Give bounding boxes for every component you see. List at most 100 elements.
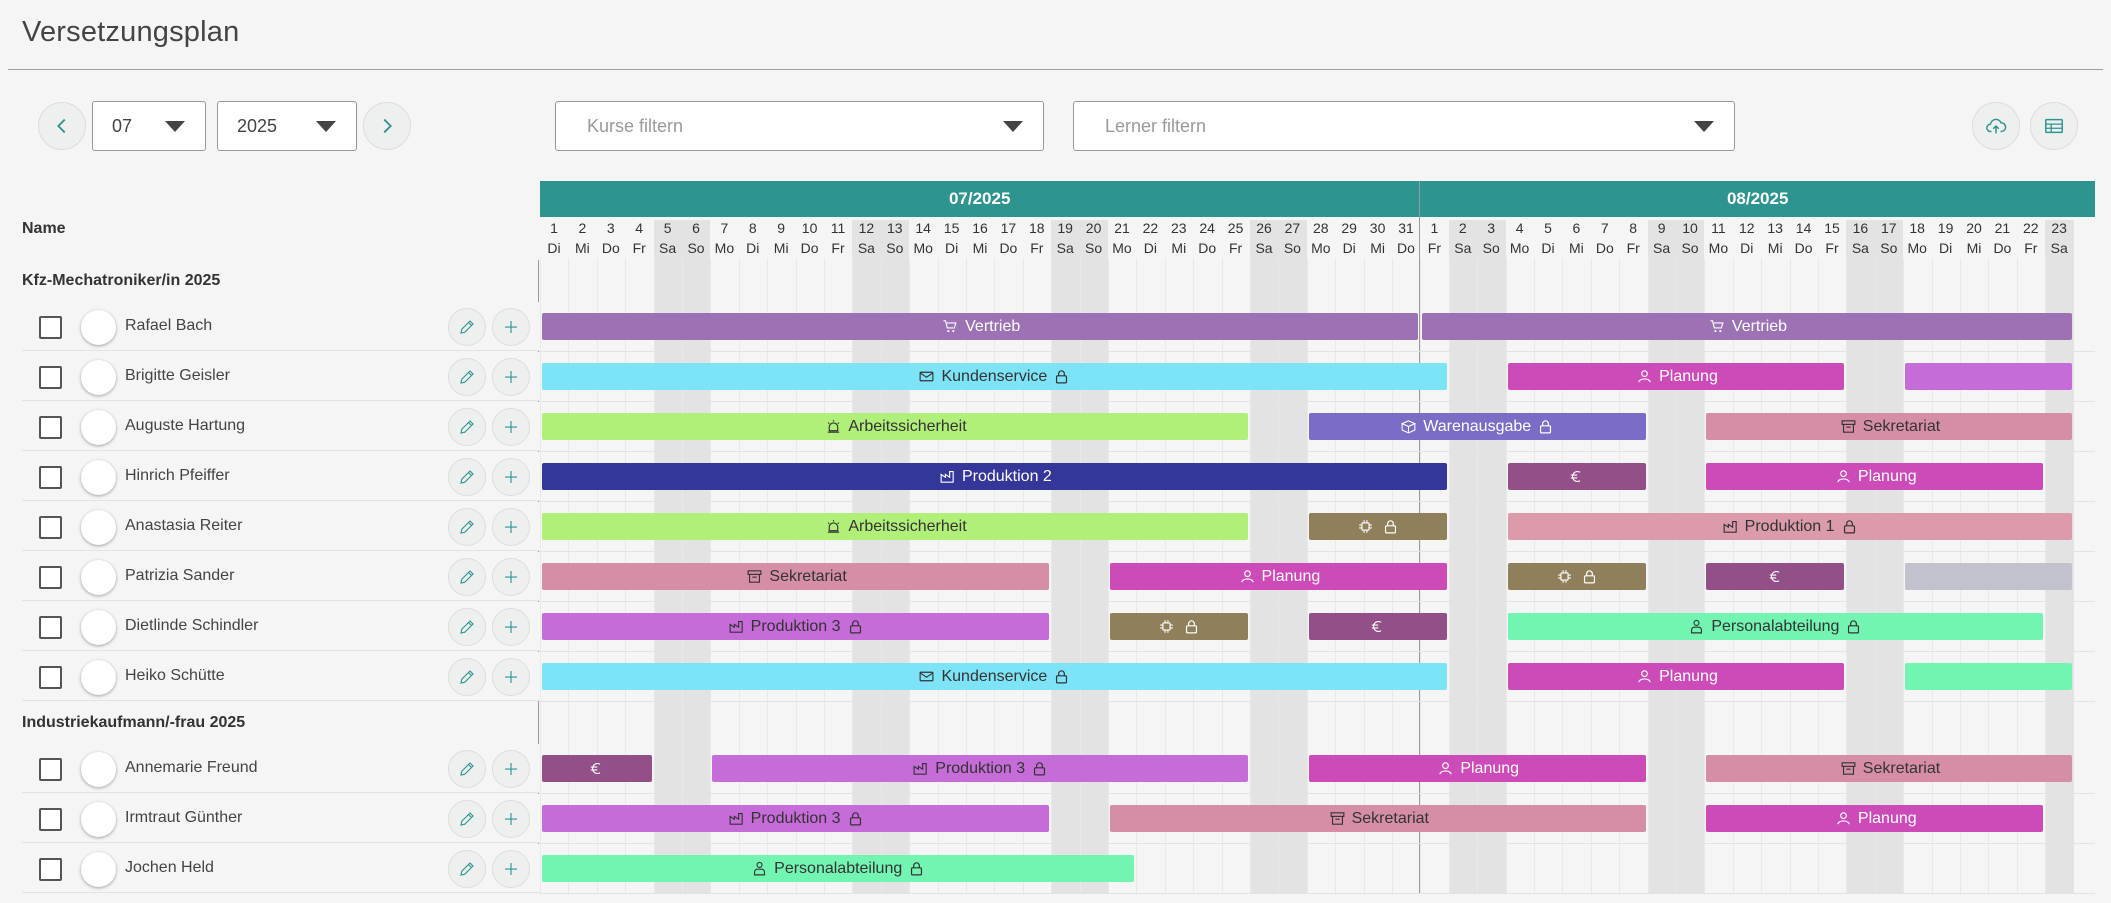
assignment-bar[interactable]: Produktion 2 xyxy=(542,463,1447,490)
assignment-bar[interactable]: Planung xyxy=(1706,805,2044,832)
assignment-bar[interactable] xyxy=(1308,613,1447,640)
row-checkbox[interactable] xyxy=(39,758,62,781)
assignment-bar[interactable]: Vertrieb xyxy=(1422,313,2072,340)
add-button[interactable] xyxy=(492,458,530,496)
day-number: 17 xyxy=(1881,220,1897,236)
assignment-label: Sekretariat xyxy=(769,567,847,585)
row-checkbox[interactable] xyxy=(39,466,62,489)
assignment-bar[interactable]: Sekretariat xyxy=(1706,413,2072,440)
learner-row: Hinrich Pfeiffer xyxy=(22,452,539,501)
prev-month-button[interactable] xyxy=(38,102,86,150)
add-button[interactable] xyxy=(492,308,530,346)
day-weekday: Do xyxy=(1397,240,1415,256)
edit-button[interactable] xyxy=(448,558,486,596)
assignment-bar[interactable] xyxy=(1905,663,2072,690)
edit-button[interactable] xyxy=(448,408,486,446)
assignment-bar[interactable]: Sekretariat xyxy=(542,563,1050,590)
assignment-bar[interactable] xyxy=(542,755,652,782)
assignment-bar[interactable]: Planung xyxy=(1110,563,1447,590)
edit-button[interactable] xyxy=(448,308,486,346)
assignment-bar[interactable]: Produktion 1 xyxy=(1507,513,2072,540)
edit-button[interactable] xyxy=(448,750,486,788)
next-month-button[interactable] xyxy=(363,102,411,150)
assignment-bar[interactable]: Kundenservice xyxy=(542,663,1447,690)
courses-filter-placeholder: Kurse filtern xyxy=(587,115,684,136)
plus-icon xyxy=(505,421,517,433)
assignment-bar[interactable] xyxy=(1706,563,1845,590)
edit-button[interactable] xyxy=(448,458,486,496)
row-checkbox[interactable] xyxy=(39,366,62,389)
day-gridline xyxy=(540,258,541,893)
month-select[interactable]: 07 xyxy=(92,101,206,151)
assignment-bar[interactable]: Warenausgabe xyxy=(1308,413,1646,440)
pencil-icon xyxy=(460,420,474,434)
assignment-bar[interactable]: Produktion 3 xyxy=(542,805,1050,832)
day-weekday: So xyxy=(1681,240,1699,256)
assignment-bar[interactable]: Planung xyxy=(1308,755,1646,782)
add-button[interactable] xyxy=(492,558,530,596)
day-weekday: Sa xyxy=(1056,240,1074,256)
add-button[interactable] xyxy=(492,750,530,788)
year-select[interactable]: 2025 xyxy=(217,101,357,151)
row-checkbox[interactable] xyxy=(39,808,62,831)
assignment-bar[interactable]: Sekretariat xyxy=(1110,805,1646,832)
day-weekday: Fr xyxy=(831,240,845,256)
upload-button[interactable] xyxy=(1972,102,2020,150)
add-button[interactable] xyxy=(492,608,530,646)
edit-button[interactable] xyxy=(448,658,486,696)
edit-button[interactable] xyxy=(448,508,486,546)
row-divider xyxy=(539,351,2095,352)
month-select-value: 07 xyxy=(112,115,133,136)
day-weekday: Mo xyxy=(1907,240,1927,256)
learner-name: Dietlinde Schindler xyxy=(125,617,259,634)
edit-button[interactable] xyxy=(448,800,486,838)
row-checkbox[interactable] xyxy=(39,616,62,639)
assignment-label: Produktion 1 xyxy=(1744,517,1835,535)
assignment-bar[interactable] xyxy=(1905,363,2072,390)
assignment-bar[interactable]: Produktion 3 xyxy=(542,613,1050,640)
assignment-bar[interactable]: Personalabteilung xyxy=(542,855,1135,882)
assignment-bar[interactable]: Kundenservice xyxy=(542,363,1447,390)
assignment-bar[interactable]: Planung xyxy=(1507,363,1845,390)
add-button[interactable] xyxy=(492,800,530,838)
row-checkbox[interactable] xyxy=(39,566,62,589)
assignment-bar[interactable]: Vertrieb xyxy=(542,313,1419,340)
assignment-bar[interactable]: Planung xyxy=(1706,463,2044,490)
assignment-label: Vertrieb xyxy=(1731,317,1788,335)
row-checkbox[interactable] xyxy=(39,858,62,881)
assignment-bar[interactable]: Produktion 3 xyxy=(712,755,1248,782)
row-checkbox[interactable] xyxy=(39,316,62,339)
add-button[interactable] xyxy=(492,508,530,546)
assignment-bar[interactable]: Sekretariat xyxy=(1706,755,2072,782)
courses-filter-select[interactable]: Kurse filtern xyxy=(555,101,1044,151)
day-weekday: Do xyxy=(999,240,1018,256)
add-button[interactable] xyxy=(492,358,530,396)
add-button[interactable] xyxy=(492,408,530,446)
add-button[interactable] xyxy=(492,850,530,888)
assignment-bar[interactable]: Arbeitssicherheit xyxy=(542,513,1248,540)
row-checkbox[interactable] xyxy=(39,416,62,439)
edit-button[interactable] xyxy=(448,358,486,396)
user-icon xyxy=(1240,570,1254,583)
learner-name: Rafael Bach xyxy=(125,317,213,334)
day-number: 5 xyxy=(663,220,672,236)
assignment-bar[interactable] xyxy=(1507,463,1646,490)
add-button[interactable] xyxy=(492,658,530,696)
assignment-bar[interactable] xyxy=(1905,563,2072,590)
chip-icon xyxy=(1557,570,1571,583)
edit-button[interactable] xyxy=(448,850,486,888)
month-header: 07/2025 xyxy=(540,181,1420,217)
plus-icon xyxy=(505,571,517,583)
assignment-bar[interactable] xyxy=(1110,613,1248,640)
learners-filter-select[interactable]: Lerner filtern xyxy=(1073,101,1735,151)
row-checkbox[interactable] xyxy=(39,666,62,689)
assignment-bar[interactable]: Arbeitssicherheit xyxy=(542,413,1248,440)
row-checkbox[interactable] xyxy=(39,516,62,539)
assignment-bar[interactable]: Planung xyxy=(1507,663,1845,690)
edit-button[interactable] xyxy=(448,608,486,646)
assignment-bar[interactable]: Personalabteilung xyxy=(1507,613,2044,640)
table-view-button[interactable] xyxy=(2030,102,2078,150)
euro-icon xyxy=(1769,571,1780,582)
assignment-bar[interactable] xyxy=(1507,563,1646,590)
assignment-bar[interactable] xyxy=(1308,513,1447,540)
